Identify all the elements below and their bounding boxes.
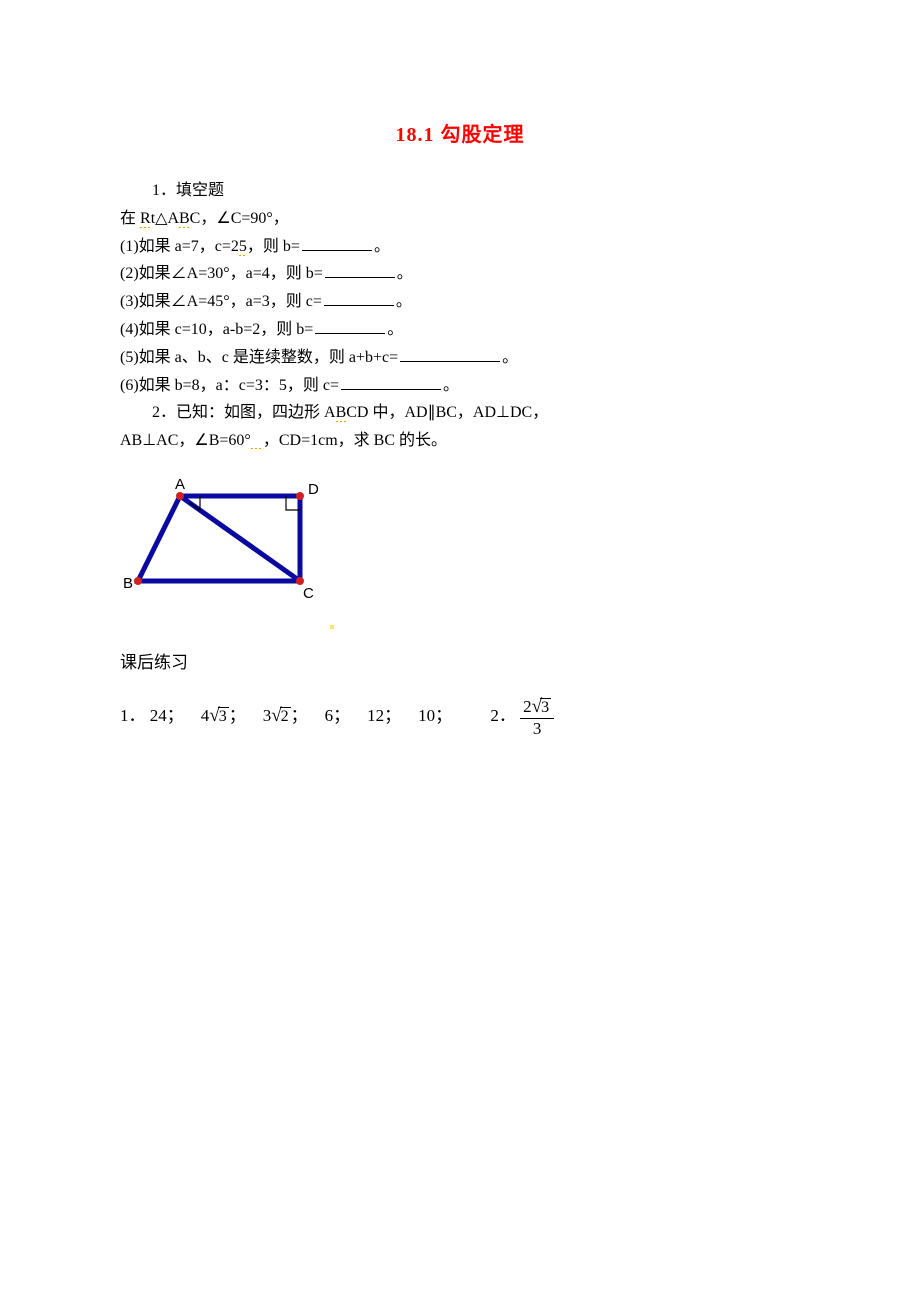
q2-line1: 2．已知：如图，四边形 ABCD 中，AD∥BC，AD⊥DC， — [120, 401, 800, 426]
ans-3-post: ； — [291, 706, 308, 725]
period: 。 — [387, 321, 403, 338]
frac-num-rad: 3 — [540, 698, 551, 716]
q1-heading: 1．填空题 — [120, 179, 800, 204]
q1-part-1: (1)如果 a=7，c=25，则 b= 。 — [120, 235, 800, 260]
q1-part-4: (4)如果 c=10，a-b=2，则 b= 。 — [120, 318, 800, 343]
q1-part-4-text: (4)如果 c=10，a-b=2，则 b= — [120, 321, 313, 338]
label-d: D — [308, 481, 319, 498]
period: 。 — [396, 293, 412, 310]
answers-line: 1． 24； 4√3 ； 3√2 ； 6； 12； 10； 2． 2√3 3 — [120, 696, 800, 738]
q1-premise: 在 Rt△ABC，∠C=90°， — [120, 207, 800, 232]
vertex-c — [296, 577, 304, 585]
blank-1 — [302, 235, 372, 251]
ans-5: 12； — [367, 706, 401, 725]
blank-5 — [400, 346, 500, 362]
q1-premise-text: 在 Rt△ABC，∠C=90°， — [120, 210, 289, 228]
q1-part-2: (2)如果∠A=30°，a=4，则 b= 。 — [120, 262, 800, 287]
blank-4 — [315, 318, 385, 334]
vertex-d — [296, 492, 304, 500]
ans-2-coef: 4 — [201, 706, 210, 725]
page-title: 18.1 勾股定理 — [120, 120, 800, 151]
frac-num-coef: 2 — [523, 697, 532, 716]
q1-part-6: (6)如果 b=8，a：c=3：5，则 c= 。 — [120, 374, 800, 399]
label-c: C — [303, 585, 314, 602]
q1-part-1-text: (1)如果 a=7，c=25，则 b= — [120, 238, 300, 256]
q2-line1-dotted: B — [336, 404, 347, 422]
ans-2: 4√3 — [201, 701, 229, 730]
q2-line2-prefix: AB⊥AC，∠B=60° — [120, 432, 251, 449]
blank-2 — [325, 262, 395, 278]
blank-3 — [324, 290, 394, 306]
blank-6 — [341, 374, 441, 390]
q1-part-2-text: (2)如果∠A=30°，a=4，则 b= — [120, 265, 323, 282]
ans-2-rad: 3 — [218, 707, 229, 725]
q1-part-3: (3)如果∠A=45°，a=3，则 c= 。 — [120, 290, 800, 315]
vertex-b — [134, 577, 142, 585]
ans-6: 10； — [418, 706, 452, 725]
period: 。 — [397, 265, 413, 282]
frac-denominator: 3 — [520, 719, 554, 739]
ans-4: 6； — [325, 706, 351, 725]
tiny-yellow-mark — [330, 625, 334, 629]
q2-line1-prefix: 2．已知：如图，四边形 A — [152, 404, 336, 421]
frac-numerator: 2√3 — [520, 696, 554, 719]
geometry-figure: A D C B — [120, 476, 800, 640]
ans-label-2: 2． — [490, 706, 516, 725]
q1-part-6-text: (6)如果 b=8，a：c=3：5，则 c= — [120, 377, 339, 394]
q2-line2-dotted — [251, 432, 263, 449]
label-a: A — [175, 476, 185, 493]
polygon-abcd — [138, 496, 300, 581]
trapezoid-svg: A D C B — [120, 476, 345, 606]
ans-3-coef: 3 — [263, 706, 272, 725]
q1-part-3-text: (3)如果∠A=45°，a=3，则 c= — [120, 293, 322, 310]
ans-3-rad: 2 — [280, 707, 291, 725]
ans-1: 24； — [150, 706, 184, 725]
ans-2-post: ； — [229, 706, 246, 725]
label-b: B — [123, 575, 133, 592]
period: 。 — [443, 377, 459, 394]
q2-line2: AB⊥AC，∠B=60° ，CD=1cm，求 BC 的长。 — [120, 429, 800, 454]
ans-frac: 2√3 3 — [520, 696, 554, 738]
ans-3: 3√2 — [263, 701, 291, 730]
ans-label-1: 1． — [120, 706, 146, 725]
q2-line1-rest: CD 中，AD∥BC，AD⊥DC， — [346, 404, 548, 421]
answers-header: 课后练习 — [120, 650, 800, 676]
vertex-a — [176, 492, 184, 500]
period: 。 — [374, 238, 390, 255]
q1-part-5: (5)如果 a、b、c 是连续整数，则 a+b+c= 。 — [120, 346, 800, 371]
q1-part-5-text: (5)如果 a、b、c 是连续整数，则 a+b+c= — [120, 349, 398, 366]
period: 。 — [502, 349, 518, 366]
q2-line2-suffix: ，CD=1cm，求 BC 的长。 — [263, 432, 447, 449]
